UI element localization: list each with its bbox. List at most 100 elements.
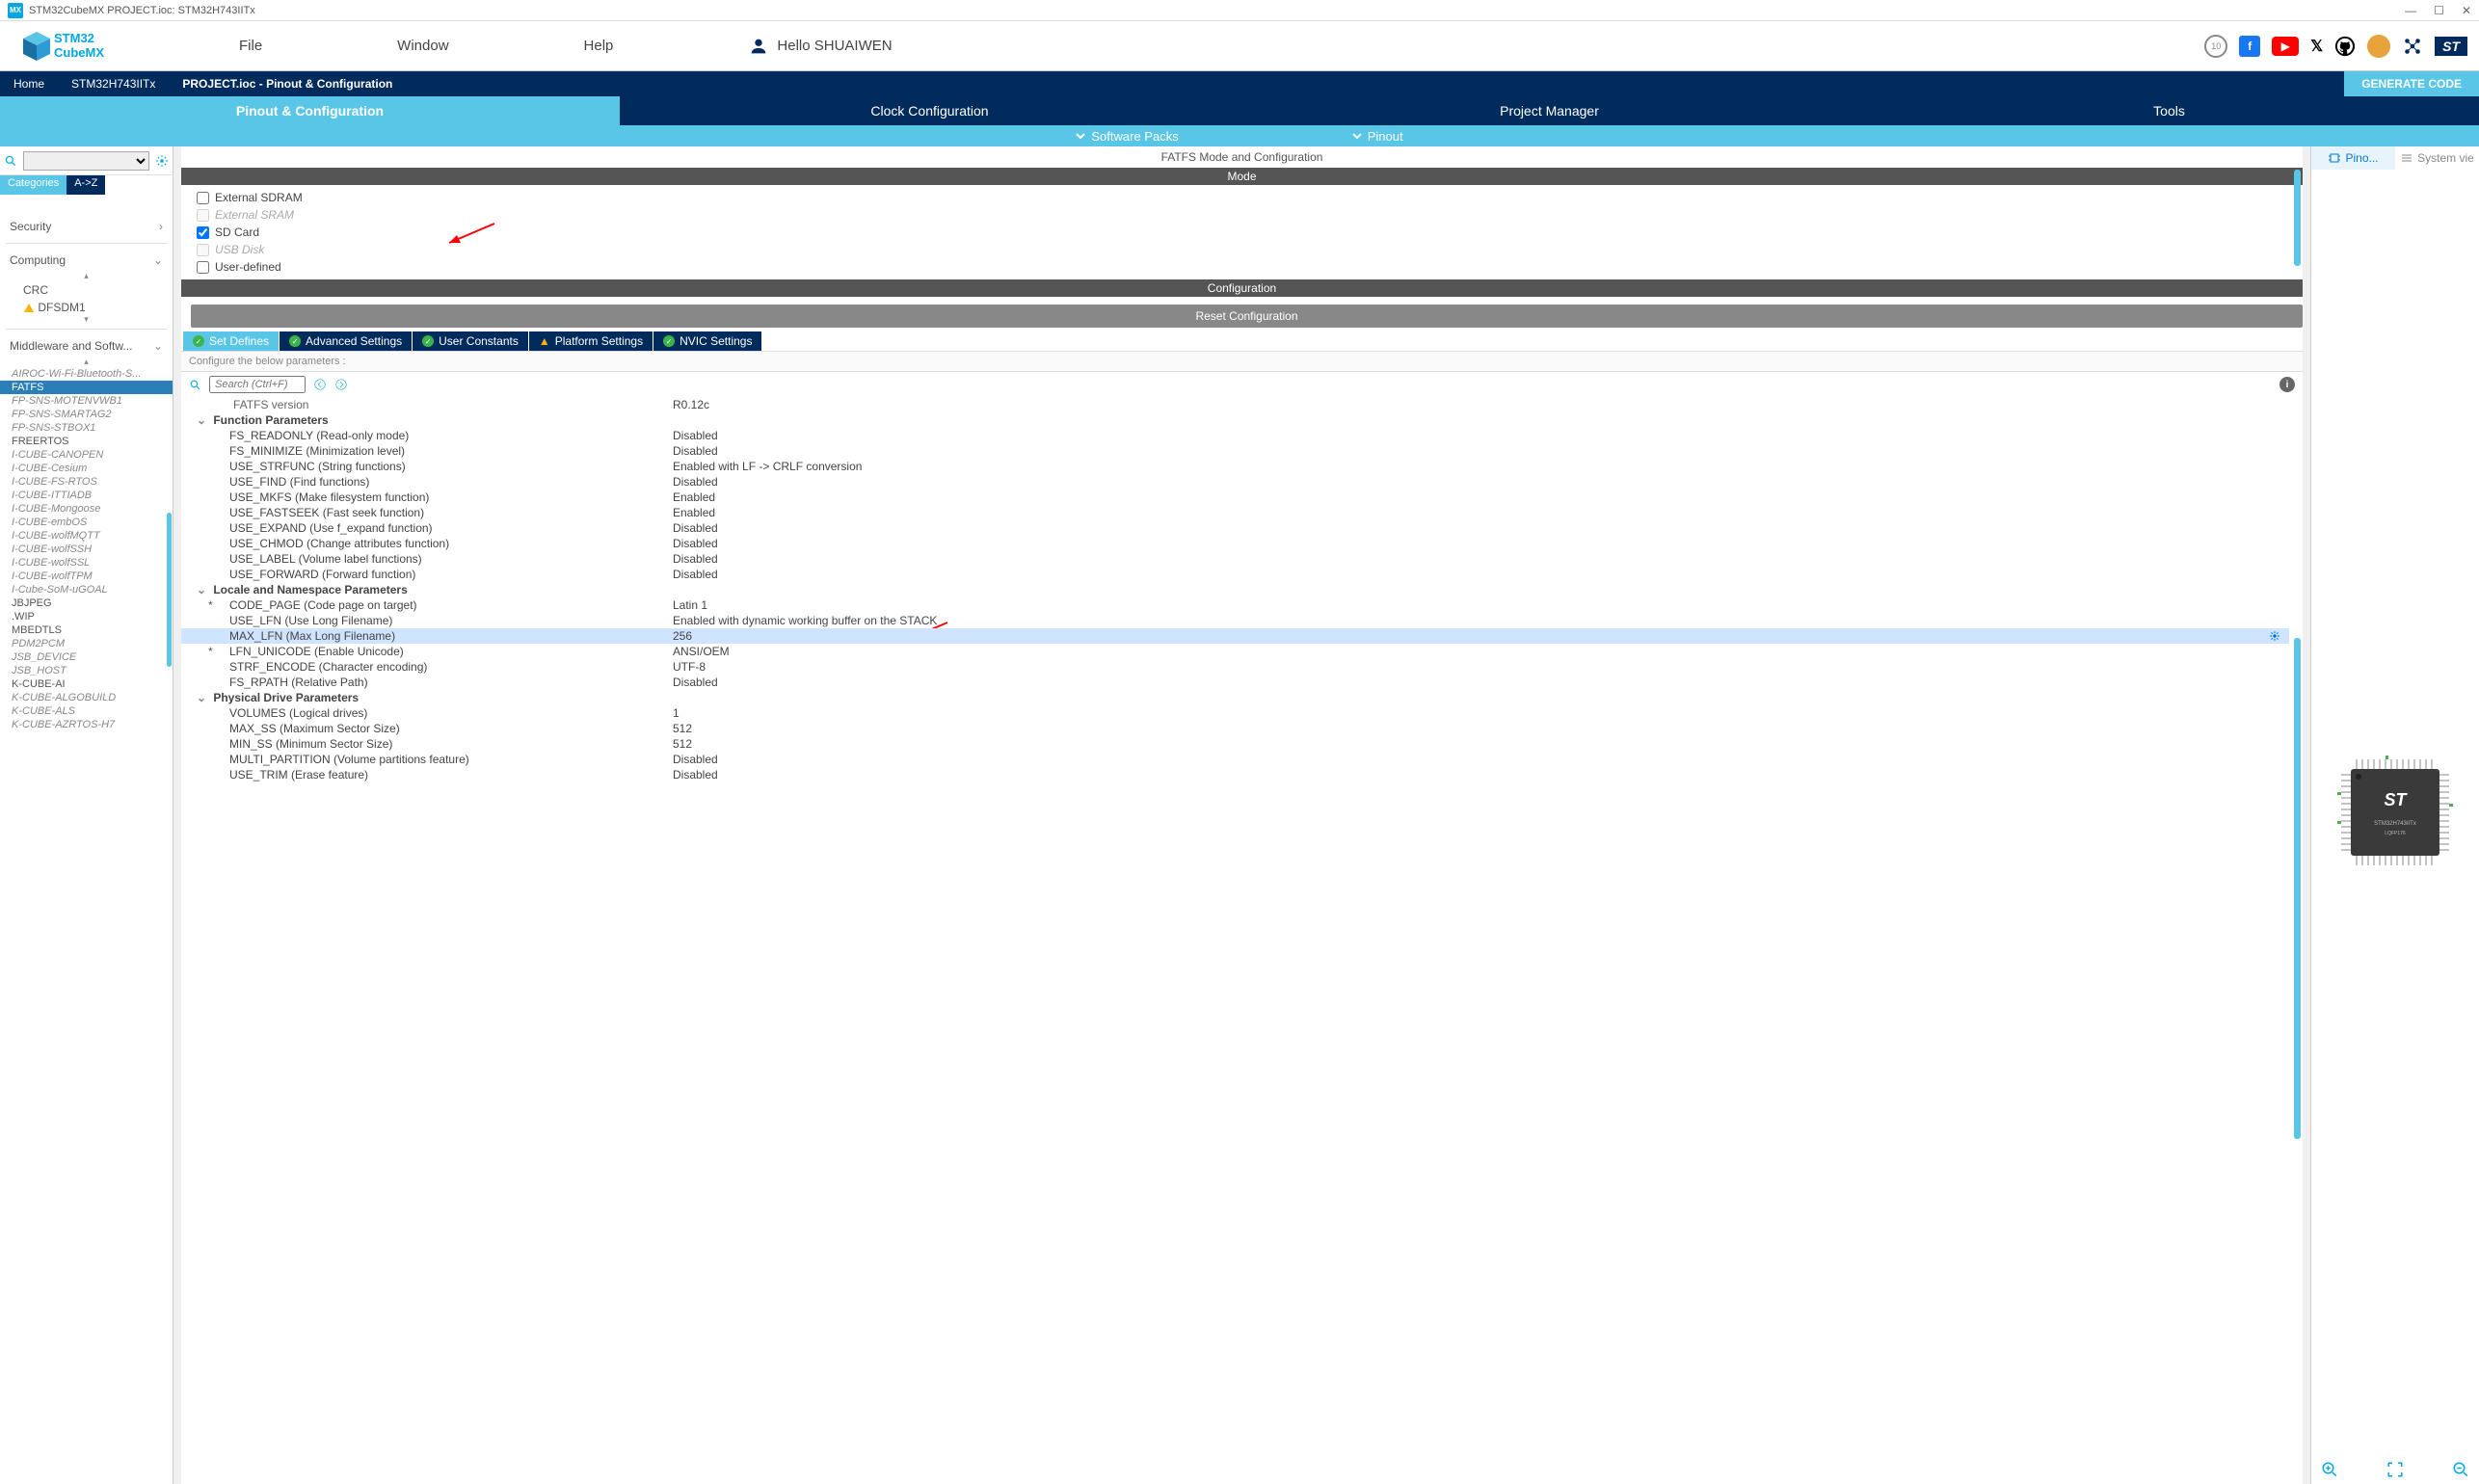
param-value[interactable]: 512 [673, 737, 2289, 751]
chip-view[interactable]: ST STM32H743IITx LQFP176 [2311, 170, 2479, 1455]
param-row[interactable]: USE_LFN (Use Long Filename)Enabled with … [181, 613, 2289, 628]
left-tab-categories[interactable]: Categories [0, 175, 67, 195]
param-row[interactable]: FS_RPATH (Relative Path)Disabled [181, 675, 2289, 690]
param-value[interactable]: Disabled [673, 753, 2289, 766]
middleware-item[interactable]: MBEDTLS [0, 623, 173, 637]
subtab-platform-settings[interactable]: ▲Platform Settings [529, 331, 653, 351]
mode-checkbox[interactable] [197, 192, 209, 204]
info-icon[interactable]: i [2279, 377, 2295, 392]
breadcrumb-page[interactable]: PROJECT.ioc - Pinout & Configuration [169, 71, 406, 96]
tab-tools[interactable]: Tools [1859, 96, 2479, 125]
parameter-table[interactable]: FATFS versionR0.12c⌄ Function Parameters… [181, 397, 2303, 1484]
param-row[interactable]: FS_MINIMIZE (Minimization level)Disabled [181, 443, 2289, 459]
param-value[interactable]: Disabled [673, 552, 2289, 566]
search-icon[interactable] [189, 379, 201, 391]
github-icon[interactable] [2334, 36, 2356, 57]
reset-configuration-button[interactable]: Reset Configuration [191, 305, 2303, 328]
middleware-item[interactable]: AIROC-Wi-Fi-Bluetooth-S... [0, 367, 173, 381]
tab-system-view[interactable]: System vie [2395, 146, 2479, 170]
facebook-icon[interactable]: f [2239, 36, 2260, 57]
mode-option[interactable]: SD Card [197, 225, 2287, 239]
param-value[interactable]: Enabled [673, 490, 2289, 504]
param-row[interactable]: MIN_SS (Minimum Sector Size)512 [181, 736, 2289, 752]
param-row[interactable]: FATFS versionR0.12c [181, 397, 2289, 412]
middleware-item[interactable]: FP-SNS-MOTENVWB1 [0, 394, 173, 408]
middleware-item[interactable]: I-CUBE-Mongoose [0, 502, 173, 516]
param-group-header[interactable]: ⌄ Locale and Namespace Parameters [181, 582, 2289, 597]
middleware-item[interactable]: I-CUBE-embOS [0, 516, 173, 529]
param-value[interactable]: 256 [673, 629, 2268, 643]
param-value[interactable]: Disabled [673, 444, 2289, 458]
tab-pinout-configuration[interactable]: Pinout & Configuration [0, 96, 620, 125]
param-row[interactable]: USE_STRFUNC (String functions)Enabled wi… [181, 459, 2289, 474]
middleware-item[interactable]: I-CUBE-CANOPEN [0, 448, 173, 462]
param-row[interactable]: *CODE_PAGE (Code page on target)Latin 1 [181, 597, 2289, 613]
component-search-select[interactable] [23, 151, 149, 171]
param-value[interactable]: Disabled [673, 676, 2289, 689]
mode-option[interactable]: User-defined [197, 260, 2287, 274]
window-maximize-button[interactable]: ☐ [2434, 4, 2444, 17]
param-row[interactable]: USE_CHMOD (Change attributes function)Di… [181, 536, 2289, 551]
nav-prev-icon[interactable] [313, 378, 327, 391]
middleware-item[interactable]: FP-SNS-STBOX1 [0, 421, 173, 435]
param-row[interactable]: MULTI_PARTITION (Volume partitions featu… [181, 752, 2289, 767]
middleware-item[interactable]: I-CUBE-wolfSSH [0, 543, 173, 556]
youtube-icon[interactable]: ▶ [2272, 37, 2299, 56]
mode-option[interactable]: External SDRAM [197, 191, 2287, 204]
tab-project-manager[interactable]: Project Manager [1240, 96, 1859, 125]
planet-icon[interactable] [2367, 35, 2390, 58]
middleware-item[interactable]: JSB_HOST [0, 664, 173, 677]
param-row[interactable]: VOLUMES (Logical drives)1 [181, 705, 2289, 721]
param-value[interactable]: Disabled [673, 521, 2289, 535]
window-minimize-button[interactable]: — [2405, 4, 2416, 17]
tab-pinout-view[interactable]: Pino... [2311, 146, 2395, 170]
component-crc[interactable]: CRC [0, 281, 173, 299]
gear-icon[interactable] [155, 154, 169, 168]
left-tab-az[interactable]: A->Z [67, 175, 105, 195]
param-row[interactable]: MAX_LFN (Max Long Filename)256 [181, 628, 2289, 644]
param-row[interactable]: USE_FASTSEEK (Fast seek function)Enabled [181, 505, 2289, 520]
middleware-item[interactable]: K-CUBE-ALGOBUILD [0, 691, 173, 704]
param-value[interactable]: UTF-8 [673, 660, 2289, 674]
middleware-item[interactable]: K-CUBE-AZRTOS-H7 [0, 718, 173, 731]
param-group-header[interactable]: ⌄ Physical Drive Parameters [181, 690, 2289, 705]
middleware-item[interactable]: I-Cube-SoM-uGOAL [0, 583, 173, 596]
mode-checkbox[interactable] [197, 226, 209, 239]
param-row[interactable]: *LFN_UNICODE (Enable Unicode)ANSI/OEM [181, 644, 2289, 659]
param-value[interactable]: Disabled [673, 568, 2289, 581]
subtab-advanced-settings[interactable]: ✓Advanced Settings [280, 331, 412, 351]
menu-window[interactable]: Window [397, 38, 448, 54]
fit-view-button[interactable] [2386, 1461, 2404, 1478]
mode-checkbox[interactable] [197, 261, 209, 274]
window-close-button[interactable]: ✕ [2462, 4, 2471, 17]
param-row[interactable]: FS_READONLY (Read-only mode)Disabled [181, 428, 2289, 443]
middleware-item[interactable]: I-CUBE-FS-RTOS [0, 475, 173, 489]
param-value[interactable]: Enabled with dynamic working buffer on t… [673, 614, 2289, 627]
breadcrumb-chip[interactable]: STM32H743IITx [58, 71, 169, 96]
middleware-item[interactable]: I-CUBE-wolfMQTT [0, 529, 173, 543]
category-security[interactable]: Security› [0, 214, 173, 239]
user-block[interactable]: Hello SHUAIWEN [748, 36, 892, 57]
splitter-left[interactable] [173, 146, 181, 1484]
param-value[interactable]: Latin 1 [673, 598, 2289, 612]
middleware-item[interactable]: I-CUBE-ITTIADB [0, 489, 173, 502]
splitter-right[interactable] [2303, 146, 2310, 1484]
zoom-in-button[interactable] [2321, 1461, 2338, 1478]
software-packs-dropdown[interactable]: Software Packs [1076, 129, 1178, 144]
middleware-item[interactable]: I-CUBE-wolfTPM [0, 570, 173, 583]
subtab-set-defines[interactable]: ✓Set Defines [183, 331, 279, 351]
param-group-header[interactable]: ⌄ Function Parameters [181, 412, 2289, 428]
breadcrumb-home[interactable]: Home [0, 71, 58, 96]
param-value[interactable]: Enabled [673, 506, 2289, 519]
param-value[interactable]: 1 [673, 706, 2289, 720]
middleware-item[interactable]: I-CUBE-wolfSSL [0, 556, 173, 570]
generate-code-button[interactable]: GENERATE CODE [2344, 71, 2479, 96]
category-computing[interactable]: Computing⌄ [0, 248, 173, 273]
param-value[interactable]: Disabled [673, 475, 2289, 489]
nav-next-icon[interactable] [334, 378, 348, 391]
network-icon[interactable] [2402, 36, 2423, 57]
param-value[interactable]: 512 [673, 722, 2289, 735]
middleware-item[interactable]: K-CUBE-AI [0, 677, 173, 691]
search-icon[interactable] [4, 154, 17, 168]
param-row[interactable]: STRF_ENCODE (Character encoding)UTF-8 [181, 659, 2289, 675]
